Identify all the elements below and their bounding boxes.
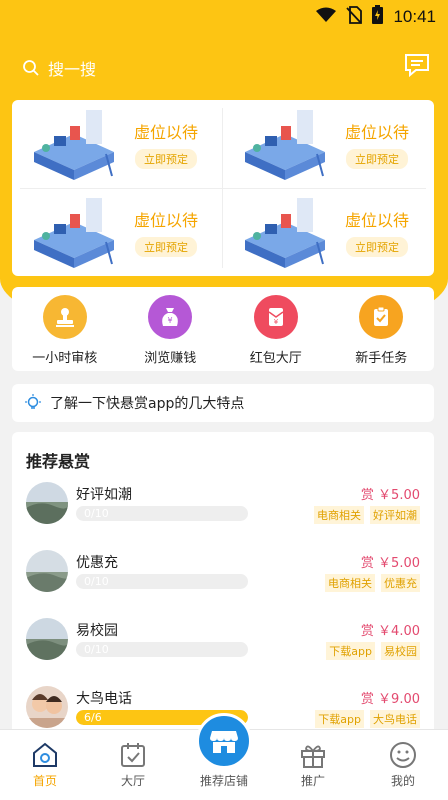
tab-promote[interactable]: 推广	[268, 730, 358, 800]
bounty-tag: 好评如潮	[370, 506, 420, 524]
avatar	[26, 550, 68, 592]
promo-title: 虚位以待	[345, 123, 410, 142]
office-illustration-icon	[245, 198, 325, 268]
search-icon	[23, 60, 39, 76]
avatar	[26, 686, 68, 728]
bounty-name: 优惠充	[76, 555, 118, 571]
svg-text:¥: ¥	[168, 316, 173, 325]
list-item[interactable]: 优惠充 0/10 赏 ￥5.00 电商相关 优惠充	[12, 550, 434, 610]
promo-item[interactable]: 虚位以待 立即预定	[12, 188, 223, 276]
bounty-name: 大鸟电话	[76, 691, 132, 707]
promo-reserve-tag[interactable]: 立即预定	[135, 237, 197, 257]
quick-item-one-hour-review[interactable]: 一小时审核	[12, 287, 118, 371]
wifi-icon	[316, 7, 337, 28]
progress-bar: 0/10	[76, 574, 248, 589]
promo-reserve-tag[interactable]: 立即预定	[346, 237, 408, 257]
promo-grid: 虚位以待 立即预定 虚位以待 立即预定 虚位以待 立即预定 虚位以待 立即预定	[12, 100, 434, 276]
progress-text: 0/10	[84, 643, 109, 656]
progress-text: 0/10	[84, 507, 109, 520]
search-bar[interactable]: 搜一搜	[22, 56, 96, 80]
quick-item-label: 一小时审核	[32, 351, 98, 366]
promo-title: 虚位以待	[345, 211, 410, 230]
office-illustration-icon	[34, 110, 114, 180]
reward-amount: 赏 ￥5.00	[360, 488, 420, 503]
lightbulb-icon	[25, 394, 41, 409]
quick-item-label: 浏览赚钱	[144, 351, 197, 366]
promo-item[interactable]: 虚位以待 立即预定	[12, 100, 223, 188]
feature-tips-banner[interactable]: 了解一下快悬赏app的几大特点	[12, 384, 434, 422]
bounty-tag: 电商相关	[314, 506, 364, 524]
tab-profile[interactable]: 我的	[358, 730, 448, 800]
store-icon	[210, 731, 238, 753]
progress-text: 0/10	[84, 575, 109, 588]
quick-item-newbie-task[interactable]: 新手任务	[329, 287, 435, 371]
recommended-bounties: 推荐悬赏 好评如潮 0/10 赏 ￥5.00 电商相关 好评如潮 优惠充 0/1…	[12, 432, 434, 732]
avatar	[26, 482, 68, 524]
stamp-icon	[42, 295, 87, 339]
promo-reserve-tag[interactable]: 立即预定	[346, 149, 408, 169]
office-illustration-icon	[34, 198, 114, 268]
office-illustration-icon	[245, 110, 325, 180]
no-sim-icon	[346, 5, 363, 29]
svg-text:¥: ¥	[274, 318, 279, 326]
gift-icon	[301, 745, 325, 768]
promo-item[interactable]: 虚位以待 立即预定	[223, 188, 434, 276]
avatar	[26, 618, 68, 660]
smiley-icon	[390, 742, 416, 768]
tab-home[interactable]: 首页	[0, 730, 90, 800]
list-item[interactable]: 好评如潮 0/10 赏 ￥5.00 电商相关 好评如潮	[12, 482, 434, 542]
money-bag-icon: ¥	[148, 295, 193, 339]
bounty-tag: 大鸟电话	[370, 710, 420, 728]
tips-text: 了解一下快悬赏app的几大特点	[50, 396, 245, 412]
recommended-shops-button[interactable]	[196, 713, 252, 769]
tab-label: 大厅	[120, 774, 145, 788]
quick-item-red-envelope-hall[interactable]: ¥ 红包大厅	[223, 287, 329, 371]
promo-title: 虚位以待	[134, 211, 199, 230]
promo-item[interactable]: 虚位以待 立即预定	[223, 100, 434, 188]
bounty-tag: 优惠充	[381, 574, 420, 592]
reward-amount: 赏 ￥5.00	[360, 556, 420, 571]
clipboard-check-icon	[359, 295, 404, 339]
bounty-tag: 下载app	[315, 710, 364, 728]
bounty-tag: 易校园	[381, 642, 420, 660]
bounty-tag: 下载app	[326, 642, 375, 660]
bounty-tag: 电商相关	[325, 574, 375, 592]
section-title: 推荐悬赏	[26, 452, 91, 471]
tab-label: 我的	[390, 774, 415, 788]
status-time: 10:41	[393, 7, 436, 26]
status-bar: 10:41	[0, 0, 448, 34]
message-icon[interactable]	[404, 53, 430, 81]
progress-bar: 0/10	[76, 642, 248, 657]
calendar-icon	[121, 743, 145, 767]
reward-amount: 赏 ￥4.00	[360, 624, 420, 639]
reward-amount: 赏 ￥9.00	[360, 692, 420, 707]
search-label: 搜一搜	[48, 60, 97, 79]
quick-item-label: 红包大厅	[249, 351, 302, 366]
tab-label: 推广	[300, 774, 325, 788]
red-envelope-icon: ¥	[253, 295, 298, 339]
quick-item-label: 新手任务	[355, 351, 408, 366]
promo-reserve-tag[interactable]: 立即预定	[135, 149, 197, 169]
progress-bar: 0/10	[76, 506, 248, 521]
progress-text: 6/6	[84, 711, 102, 724]
bounty-name: 好评如潮	[76, 487, 132, 503]
quick-item-browse-earn[interactable]: ¥ 浏览赚钱	[118, 287, 224, 371]
tab-label: 推荐店铺	[199, 774, 248, 788]
list-item[interactable]: 易校园 0/10 赏 ￥4.00 下载app 易校园	[12, 618, 434, 678]
bounty-name: 易校园	[76, 623, 118, 639]
battery-icon	[372, 5, 384, 29]
promo-title: 虚位以待	[134, 123, 199, 142]
home-icon	[33, 742, 57, 767]
quick-entry-bar: 一小时审核 ¥ 浏览赚钱 ¥ 红包大厅 新手任务	[12, 287, 434, 371]
tab-hall[interactable]: 大厅	[88, 730, 178, 800]
tab-label: 首页	[32, 774, 57, 788]
